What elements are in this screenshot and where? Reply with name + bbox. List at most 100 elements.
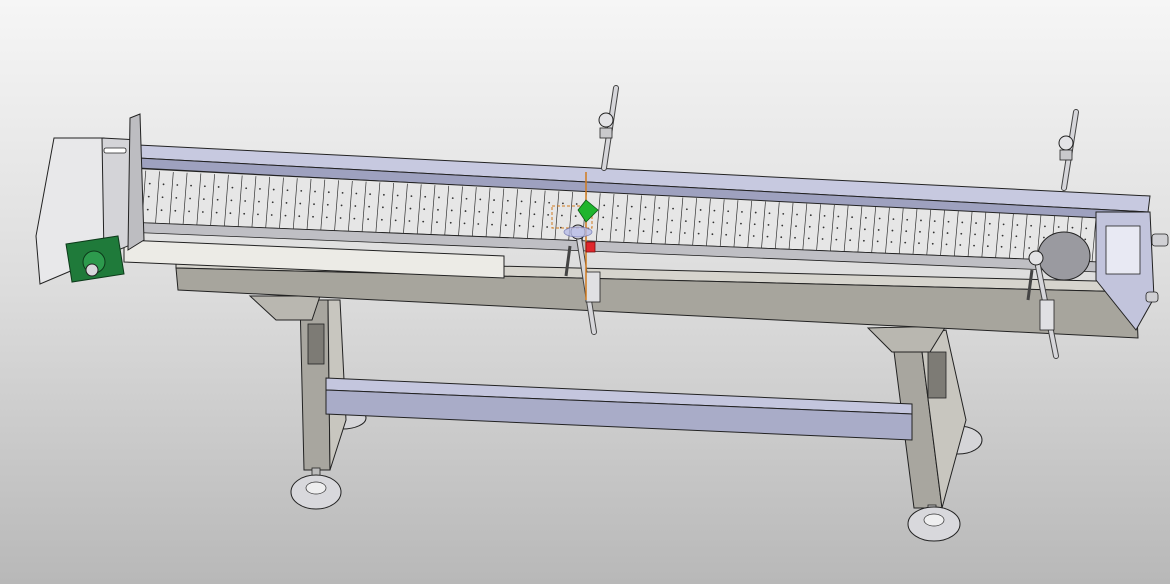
belt-link-hole <box>408 220 411 222</box>
belt-link-hole <box>437 208 439 211</box>
belt-link-hole <box>161 196 164 199</box>
belt-link-hole <box>876 240 879 243</box>
belt-link-hole <box>849 239 852 242</box>
belt-link-hole <box>300 189 303 192</box>
triad-origin[interactable] <box>563 226 593 238</box>
belt-link-hole <box>1015 235 1018 238</box>
belt-link-hole <box>740 222 742 225</box>
left-adjust-slot <box>103 147 127 154</box>
belt-link-hole <box>258 200 260 203</box>
belt-link-hole <box>327 191 330 194</box>
belt-link-hole <box>493 199 495 201</box>
belt-link-hole <box>477 223 480 225</box>
conveyor-body <box>35 113 1169 339</box>
belt-link-hole <box>436 221 438 224</box>
belt-link-hole <box>353 217 356 220</box>
belt-link-hole <box>422 220 425 223</box>
belt-link-hole <box>877 229 880 231</box>
belt-link-hole <box>1001 234 1004 237</box>
belt-link-hole <box>561 214 563 217</box>
belt-link-hole <box>670 231 672 234</box>
belt-link-hole <box>932 231 935 234</box>
guide-rod-back-center[interactable] <box>598 85 619 171</box>
belt-link-hole <box>175 196 178 199</box>
belt-link-hole <box>656 230 659 233</box>
belt-link-hole <box>532 225 535 228</box>
belt-link-hole <box>396 194 399 197</box>
belt-link-hole <box>823 214 826 217</box>
belt-link-hole <box>533 213 536 216</box>
right-lower-stub[interactable] <box>1145 291 1159 303</box>
belt-link-hole <box>959 244 962 246</box>
foot-pad-front-right-inner <box>923 513 945 527</box>
belt-link-hole <box>711 233 714 236</box>
belt-link-hole <box>683 232 686 234</box>
belt-link-hole <box>479 198 482 201</box>
belt-link-hole <box>464 210 467 212</box>
left-end-flange <box>127 113 145 251</box>
belt-link-hole <box>657 218 660 221</box>
belt-link-hole <box>891 229 894 232</box>
belt-link-hole <box>904 241 907 244</box>
belt-link-hole <box>890 241 893 243</box>
leg-left-window <box>307 323 325 365</box>
belt-link-hole <box>381 206 384 209</box>
belt-link-hole <box>782 212 785 215</box>
cad-3d-viewport[interactable] <box>0 0 1170 584</box>
belt-link-hole <box>766 235 769 238</box>
belt-link-hole <box>947 220 950 223</box>
leg-left-gusset <box>248 295 321 321</box>
belt-link-hole <box>216 198 219 201</box>
belt-link-hole <box>863 228 866 231</box>
belt-link-hole <box>299 202 302 205</box>
guide-rod-back-right[interactable] <box>1058 109 1079 191</box>
belt-link-hole <box>905 230 908 233</box>
conveyor-model[interactable] <box>0 0 1170 584</box>
belt-link-hole <box>518 224 521 227</box>
belt-link-hole <box>449 221 452 224</box>
belt-link-hole <box>672 207 674 210</box>
belt-link-hole <box>217 186 220 188</box>
belt-link-hole <box>231 186 234 189</box>
belt-link-hole <box>355 192 358 195</box>
tail-drum <box>1037 231 1091 281</box>
belt-link-hole <box>878 217 881 220</box>
belt-link-hole <box>1000 245 1003 248</box>
belt-link-hole <box>424 195 427 198</box>
belt-link-hole <box>698 220 701 223</box>
belt-link-hole <box>409 207 412 210</box>
belt-link-hole <box>520 200 523 203</box>
belt-link-hole <box>341 191 344 194</box>
belt-link-hole <box>312 215 314 218</box>
belt-link-hole <box>864 216 867 219</box>
belt-link-hole <box>548 201 551 204</box>
belt-link-hole <box>394 219 397 222</box>
triad-x-arrow[interactable] <box>585 241 596 253</box>
belt-link-hole <box>463 222 466 225</box>
belt-link-hole <box>188 210 190 213</box>
belt-link-hole <box>975 222 977 224</box>
belt-link-hole <box>562 202 564 205</box>
belt-link-hole <box>821 238 824 240</box>
belt-link-hole <box>671 219 673 222</box>
belt-link-hole <box>491 223 493 226</box>
belt-link-hole <box>504 224 507 227</box>
belt-link-hole <box>617 205 619 207</box>
belt-link-hole <box>245 187 248 190</box>
belt-link-hole <box>326 203 329 206</box>
belt-link-hole <box>230 199 233 202</box>
leg-right-window <box>927 351 947 399</box>
belt-link-hole <box>1002 223 1005 226</box>
belt-link-hole <box>465 197 468 200</box>
belt-link-hole <box>395 207 398 209</box>
right-shaft-stub[interactable] <box>1151 233 1169 247</box>
belt-link-hole <box>492 211 494 214</box>
belt-link-hole <box>1071 226 1074 229</box>
belt-link-hole <box>684 220 687 223</box>
belt-link-hole <box>423 208 426 211</box>
belt-link-hole <box>190 184 192 187</box>
drive-shaft-end[interactable] <box>85 263 99 277</box>
belt-link-hole <box>850 227 853 230</box>
belt-link-hole <box>946 232 949 234</box>
belt-link-hole <box>450 209 453 212</box>
